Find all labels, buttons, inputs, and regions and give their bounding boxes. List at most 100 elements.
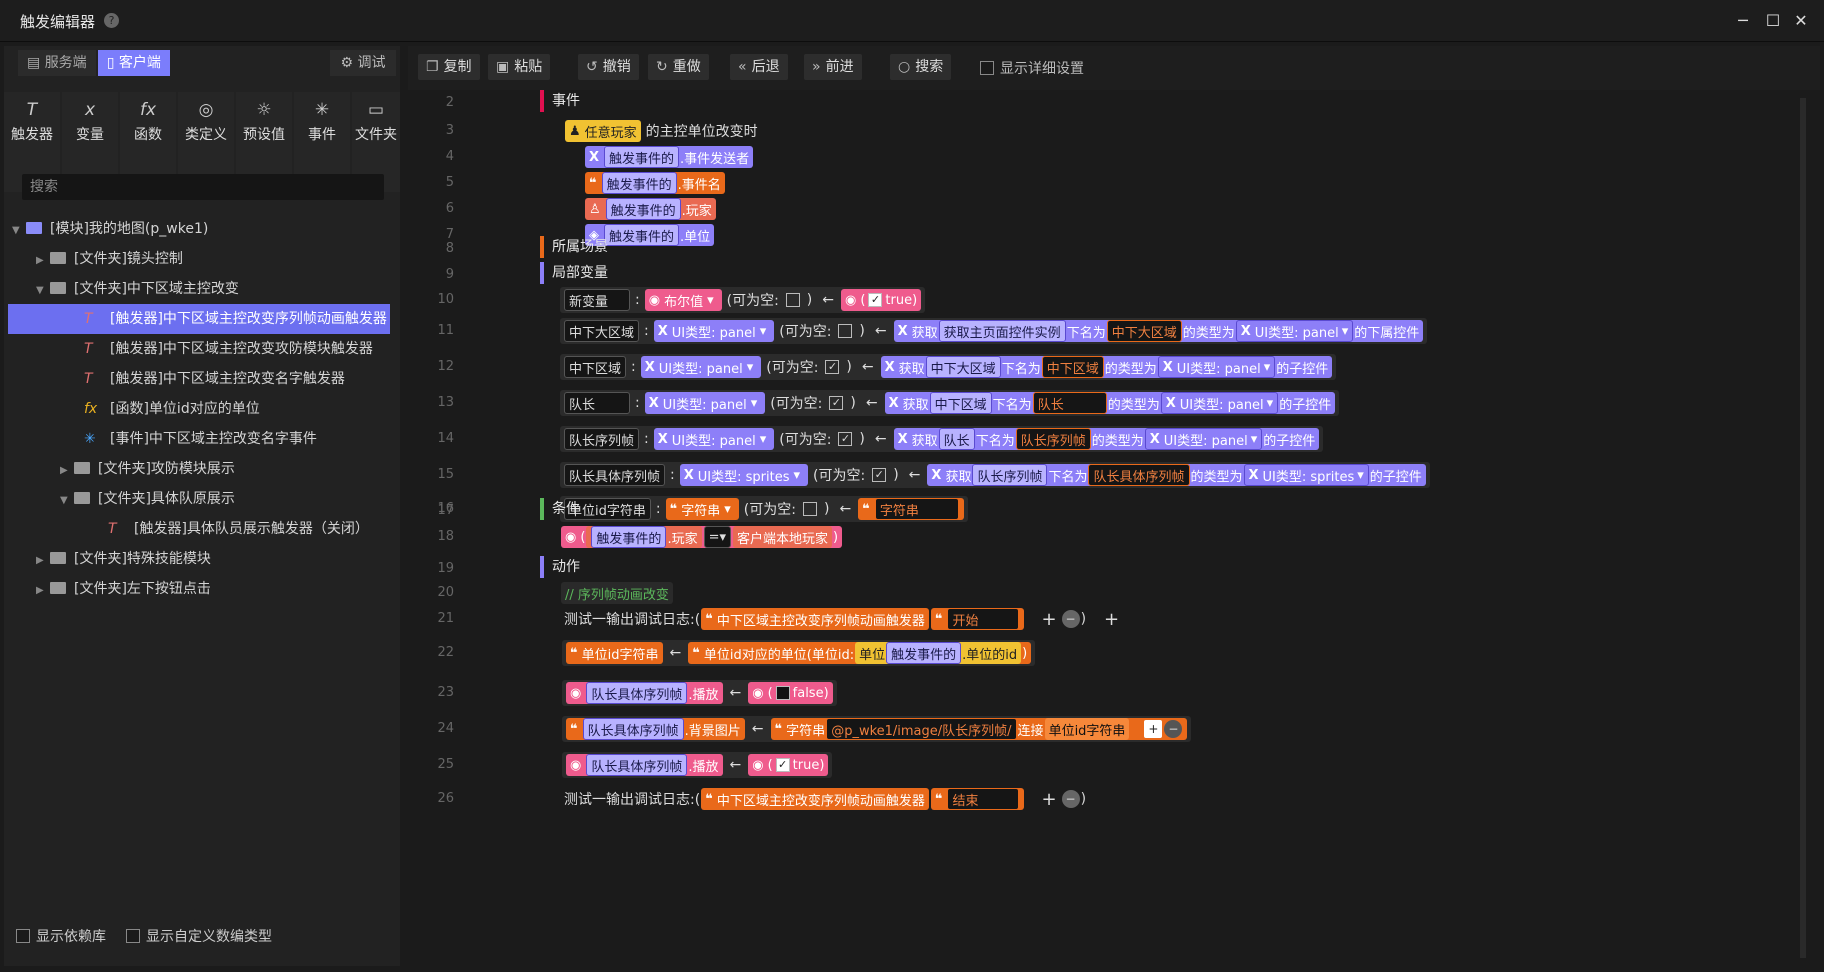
chevron-down-icon[interactable]: ▼: [60, 486, 74, 516]
tree-item[interactable]: ▶ [文件夹]攻防模块展示: [60, 454, 452, 484]
type-block[interactable]: X UI类型: panel ▾: [644, 392, 766, 414]
var-block[interactable]: ◉ 队长具体序列帧 .播放: [566, 754, 723, 776]
chevron-down-icon[interactable]: ▾: [760, 432, 767, 447]
local-player-block[interactable]: 客户端本地玩家: [733, 526, 833, 548]
chevron-right-icon[interactable]: ▶: [36, 246, 50, 276]
chevron-down-icon[interactable]: ▾: [747, 360, 754, 375]
comment-row[interactable]: // 序列帧动画改变: [560, 580, 674, 606]
any-player-block[interactable]: ♟ 任意玩家: [565, 120, 641, 142]
var-name[interactable]: 队长序列帧: [564, 428, 640, 450]
minus-circle-icon[interactable]: −: [1164, 720, 1183, 738]
nullable-checkbox[interactable]: ✓: [829, 396, 844, 410]
local-var-row[interactable]: 中下大区域: X UI类型: panel ▾ (可为空:) ← X 获取 获取主页面控件…: [560, 318, 1428, 344]
tab-server[interactable]: ▤ 服务端: [18, 50, 96, 76]
block-text[interactable]: 中下大区域: [925, 356, 1001, 378]
nullable-checkbox[interactable]: [802, 502, 817, 516]
local-var-row[interactable]: 中下区域: X UI类型: panel ▾ (可为空: ✓) ← X 获取 中下大区域 下名…: [560, 354, 1337, 380]
value-block[interactable]: X 获取 中下区域 下名为 队长 的类型为 X UI类型: panel ▾ 的子控件: [884, 392, 1336, 414]
param-block[interactable]: ❝ 触发事件的 .事件名: [585, 172, 725, 194]
vertical-scrollbar[interactable]: [1800, 98, 1806, 958]
value-block[interactable]: X 获取 获取主页面控件实例 下名为 中下大区域 的类型为 X UI类型: panel ▾ 的下属…: [893, 320, 1424, 342]
minimize-button[interactable]: ─: [1730, 8, 1756, 34]
type-block[interactable]: ◉ 布尔值 ▾: [644, 289, 722, 311]
block-text[interactable]: 队长: [1032, 392, 1107, 414]
string-block[interactable]: ❝ 中下区域主控改变序列帧动画触发器: [701, 608, 929, 630]
show-custom-type-checkbox[interactable]: 显示自定义数编类型: [126, 926, 272, 946]
local-var-row[interactable]: 队长序列帧: X UI类型: panel ▾ (可为空: ✓) ← X 获取 队长 下名为队…: [560, 426, 1324, 452]
assign-row[interactable]: ❝ 队长具体序列帧 .背景图片 ← ❝ 字符串 @p_wke1/image/队长序列帧/…: [562, 716, 1192, 742]
forward-button[interactable]: » 前进: [804, 54, 862, 80]
string-value[interactable]: 结束: [947, 788, 1020, 810]
param-block[interactable]: ♙ 触发事件的 .玩家: [585, 198, 716, 220]
search-input[interactable]: 搜索: [22, 174, 384, 200]
value-block[interactable]: X 获取 队长序列帧 下名为 队长具体序列帧 的类型为 X UI类型: sprites ▾ 的子控…: [927, 464, 1426, 486]
comment-text[interactable]: // 序列帧动画改变: [561, 582, 673, 604]
type-block[interactable]: X UI类型: panel ▾: [653, 320, 775, 342]
type-block[interactable]: X UI类型: panel ▾: [1157, 356, 1276, 378]
chevron-down-icon[interactable]: ▾: [1264, 360, 1271, 375]
string-block[interactable]: ❝ 中下区域主控改变序列帧动画触发器: [701, 788, 929, 810]
var-name[interactable]: 队长具体序列帧: [564, 464, 666, 486]
var-name[interactable]: 新变量: [564, 289, 630, 311]
plus-icon[interactable]: +: [1144, 720, 1163, 738]
show-dependency-checkbox[interactable]: 显示依赖库: [16, 926, 106, 946]
chevron-down-icon[interactable]: ▾: [1267, 396, 1274, 411]
local-var-row[interactable]: 新变量: ◉ 布尔值 ▾ (可为空:) ← ◉(✓ true): [560, 287, 926, 313]
help-icon[interactable]: ?: [104, 13, 119, 28]
value-block[interactable]: ◉(✓ true): [748, 754, 829, 776]
log-row[interactable]: 测试一输出调试日志:( ❝ 中下区域主控改变序列帧动画触发器 ❝ 开始 + − ) …: [564, 606, 1123, 632]
search-button[interactable]: ○ 搜索: [890, 54, 952, 80]
plus-icon[interactable]: +: [1041, 789, 1056, 810]
var-name[interactable]: 队长: [564, 392, 630, 414]
string-block[interactable]: ❝ 结束: [930, 788, 1025, 810]
func-block[interactable]: ❝ 单位id对应的单位(单位id: 单位 触发事件的 .单位 的id): [688, 642, 1032, 664]
var-block[interactable]: ◉ 队长具体序列帧 .播放: [566, 682, 723, 704]
chevron-down-icon[interactable]: ▾: [1357, 468, 1364, 483]
value-block[interactable]: X 获取 队长 下名为 队长序列帧 的类型为 X UI类型: panel ▾ 的子控件: [893, 428, 1320, 450]
tree-item-selected[interactable]: T [触发器]中下区域主控改变序列帧动画触发器: [8, 304, 390, 334]
maximize-button[interactable]: ☐: [1760, 8, 1786, 34]
block-text[interactable]: 队长序列帧: [972, 464, 1048, 486]
chevron-right-icon[interactable]: ▶: [60, 456, 74, 486]
type-block[interactable]: X UI类型: panel ▾: [1144, 428, 1263, 450]
condition-block[interactable]: ◉(触发事件的 .玩家 = ▾ 客户端本地玩家): [561, 526, 843, 548]
chevron-down-icon[interactable]: ▼: [12, 216, 26, 246]
copy-button[interactable]: ❐ 复制: [418, 54, 480, 80]
chevron-right-icon[interactable]: ▶: [36, 576, 50, 606]
tree-item[interactable]: ▶ [文件夹]左下按钮点击: [36, 574, 428, 604]
var-name[interactable]: 中下区域: [564, 356, 627, 378]
nullable-checkbox[interactable]: [785, 293, 800, 307]
block-text[interactable]: 队长序列帧: [1015, 428, 1091, 450]
chevron-down-icon[interactable]: ▾: [707, 293, 714, 308]
unit-block[interactable]: 单位 触发事件的 .单位 的id: [855, 642, 1022, 664]
block-text[interactable]: 中下大区域: [1106, 320, 1182, 342]
block-text[interactable]: 中下区域: [929, 392, 992, 414]
value-block[interactable]: ❝ 字符串: [858, 498, 964, 520]
checkbox[interactable]: [16, 929, 30, 943]
condition-row[interactable]: ◉(触发事件的 .玩家 = ▾ 客户端本地玩家): [560, 524, 843, 550]
back-button[interactable]: «后退: [730, 54, 788, 80]
chevron-down-icon[interactable]: ▾: [1342, 324, 1349, 339]
local-var-row[interactable]: 队长具体序列帧: X UI类型: sprites ▾ (可为空: ✓) ← X 获取 队长…: [560, 462, 1430, 488]
tree-item[interactable]: ▼ [模块]我的地图(p_wke1): [12, 214, 404, 244]
assign-row[interactable]: ◉ 队长具体序列帧 .播放 ← ◉(false): [562, 680, 837, 706]
debug-button[interactable]: ⚙ 调试: [330, 50, 396, 76]
type-block[interactable]: X UI类型: sprites ▾: [679, 464, 809, 486]
nullable-checkbox[interactable]: ✓: [838, 432, 853, 446]
chevron-down-icon[interactable]: ▾: [793, 468, 800, 483]
type-block[interactable]: X UI类型: panel ▾: [1160, 392, 1279, 414]
operator-select[interactable]: = ▾: [703, 526, 732, 548]
value-block[interactable]: ◉(✓ true): [841, 289, 922, 311]
checked-icon[interactable]: ✓: [775, 758, 790, 772]
type-block[interactable]: X UI类型: sprites ▾: [1243, 464, 1369, 486]
tree-item[interactable]: ▼ [文件夹]具体队原展示: [60, 484, 452, 514]
chevron-down-icon[interactable]: ▾: [760, 324, 767, 339]
param-block[interactable]: X 触发事件的 .事件发送者: [585, 146, 754, 168]
local-var-row[interactable]: 单位id字符串: ❝ 字符串 ▾ (可为空:) ← ❝ 字符串: [560, 496, 968, 522]
tab-client[interactable]: ▯ 客户端: [97, 50, 170, 76]
nullable-checkbox[interactable]: ✓: [825, 360, 840, 374]
type-block[interactable]: ❝ 字符串 ▾: [665, 498, 739, 520]
string-value[interactable]: @p_wke1/image/队长序列帧/: [826, 718, 1017, 740]
value-block[interactable]: ◉(false): [748, 682, 833, 704]
assign-row[interactable]: ❝ 单位id字符串 ← ❝ 单位id对应的单位(单位id: 单位 触发事件的 .单位 的id…: [562, 640, 1036, 666]
